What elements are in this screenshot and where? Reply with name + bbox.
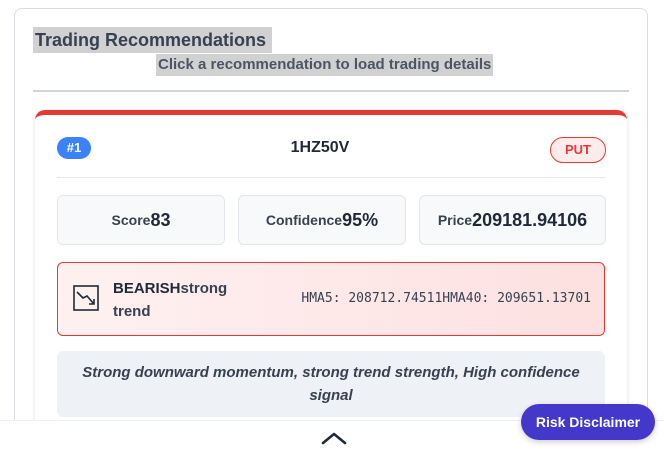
score-value: 83 bbox=[150, 209, 171, 230]
card-divider bbox=[57, 177, 605, 178]
trend-label: BEARISHstrong trend bbox=[113, 277, 243, 323]
hma5-value: HMA5: 208712.74511 bbox=[301, 291, 443, 306]
chevron-up-icon[interactable] bbox=[320, 430, 348, 446]
hma-values: HMA5: 208712.74511HMA40: 209651.13701 bbox=[301, 291, 591, 306]
score-label: Score bbox=[111, 212, 151, 228]
trend-direction: BEARISH bbox=[113, 280, 181, 297]
trending-down-icon bbox=[73, 285, 99, 311]
price-metric: Price 209181.94106 bbox=[419, 195, 606, 245]
symbol-label: 1HZ50V bbox=[290, 139, 350, 156]
trend-box: BEARISHstrong trend HMA5: 208712.74511HM… bbox=[57, 262, 605, 336]
divider bbox=[33, 90, 629, 92]
price-value: 209181.94106 bbox=[472, 209, 588, 230]
panel-title: Trading Recommendations bbox=[33, 27, 273, 53]
risk-disclaimer-button[interactable]: Risk Disclaimer bbox=[521, 404, 655, 440]
direction-badge: PUT bbox=[550, 137, 606, 163]
confidence-label: Confidence bbox=[265, 212, 343, 228]
confidence-value: 95% bbox=[342, 209, 379, 230]
recommendation-card[interactable]: #1 1HZ50V PUT Score 83 Confidence 95% Pric… bbox=[35, 110, 627, 447]
reason-text: Strong downward momentum, strong trend s… bbox=[57, 351, 605, 417]
price-label: Price bbox=[437, 212, 473, 228]
confidence-metric: Confidence 95% bbox=[238, 195, 406, 245]
recommendations-panel: Trading Recommendations Click a recommen… bbox=[14, 8, 648, 448]
panel-subtitle: Click a recommendation to load trading d… bbox=[156, 54, 494, 76]
score-metric: Score 83 bbox=[57, 195, 225, 245]
hma40-value: HMA40: 209651.13701 bbox=[442, 291, 591, 306]
